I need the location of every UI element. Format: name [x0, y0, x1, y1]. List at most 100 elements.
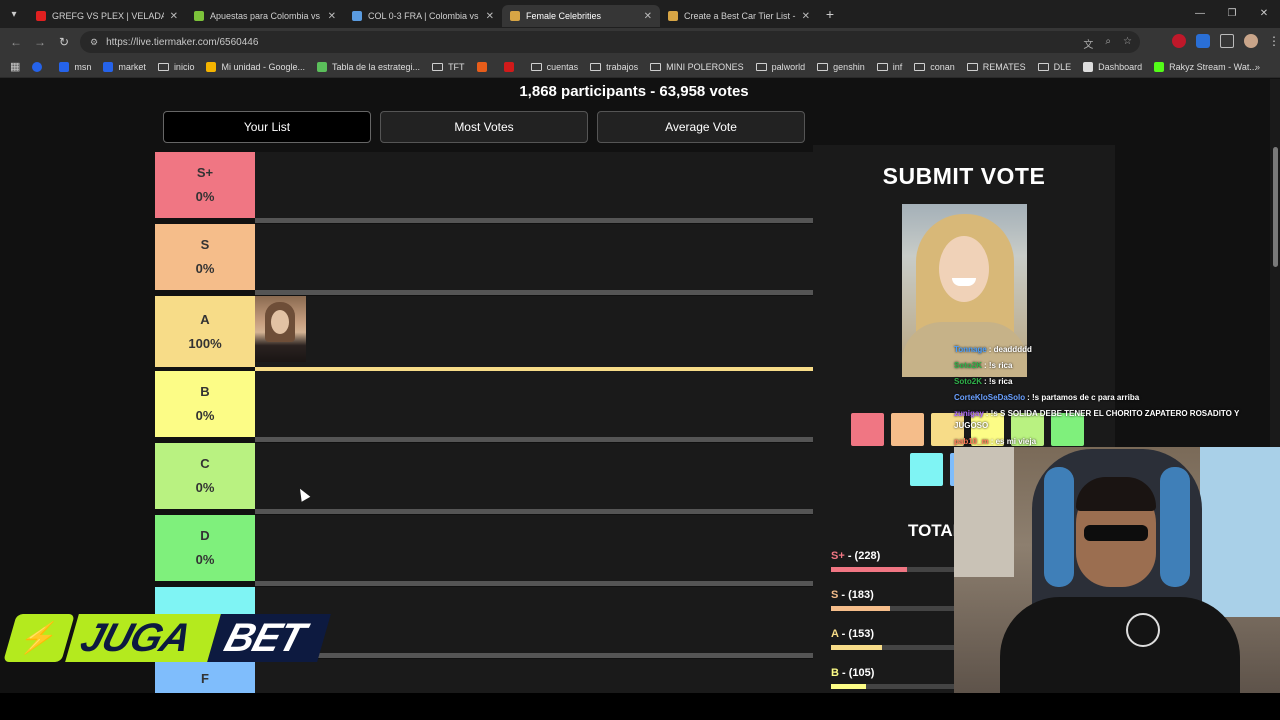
total-tier-count: (153)	[848, 628, 875, 640]
bookmark-item[interactable]: MINI POLERONES	[650, 62, 744, 72]
bookmark-item[interactable]: msn	[59, 61, 91, 72]
browser-tab[interactable]: Female Celebrities ✕	[502, 5, 660, 27]
vote-tier-button[interactable]	[910, 453, 943, 486]
tier-percent-bar	[255, 290, 813, 295]
tab-close-icon[interactable]: ✕	[486, 11, 494, 22]
streamer-webcam	[954, 447, 1280, 693]
browser-tab[interactable]: Create a Best Car Tier List - Tier ✕	[660, 5, 818, 27]
bookmark-label: inicio	[173, 61, 195, 72]
bookmarks-bar: ▦ msn market inicio Mi unidad - Google... Ta…	[0, 56, 1280, 78]
tier-percent-bar	[255, 581, 813, 586]
tab-close-icon[interactable]: ✕	[328, 11, 336, 22]
browser-tab[interactable]: GREFG VS PLEX | VELADA DEL A ✕	[28, 5, 186, 27]
forward-icon[interactable]: →	[28, 35, 52, 49]
tier-label[interactable]: C 0%	[155, 443, 255, 509]
bookmark-item[interactable]: DLE	[1037, 61, 1072, 72]
facebook-bookmark-icon[interactable]	[32, 61, 47, 72]
tier-percent: 0%	[195, 552, 215, 567]
vote-tier-button[interactable]	[851, 413, 884, 446]
tier-name: A	[200, 311, 210, 327]
folder-icon	[817, 62, 829, 71]
address-toolbar: ← → ↻ ⚙ https://live.tiermaker.com/65604…	[0, 28, 1280, 56]
tier-drop-zone[interactable]	[255, 296, 813, 367]
new-tab-button[interactable]: +	[818, 6, 842, 22]
tier-row-c: C 0%	[155, 443, 813, 515]
bookmark-item[interactable]: genshin	[817, 62, 865, 72]
tab-title: GREFG VS PLEX | VELADA DEL A	[52, 11, 164, 21]
reload-icon[interactable]: ↻	[52, 35, 76, 49]
tier-drop-zone[interactable]	[255, 152, 813, 218]
bookmark-item[interactable]: Tabla de la estrategi...	[317, 61, 421, 72]
bookmark-item[interactable]: trabajos	[590, 62, 638, 72]
total-separator: -	[838, 628, 849, 640]
browser-tab[interactable]: COL 0-3 FRA | Colombia vs Fra ✕	[344, 5, 502, 27]
bookmark-item[interactable]: inf	[876, 62, 902, 72]
back-icon[interactable]: ←	[4, 35, 28, 49]
tier-drop-zone[interactable]	[255, 371, 813, 437]
folder-icon	[650, 62, 662, 71]
tier-percent: 0%	[195, 408, 215, 423]
bookmark-item[interactable]: Mi unidad - Google...	[206, 61, 305, 72]
folder-icon	[966, 62, 978, 71]
tier-drop-zone[interactable]	[255, 515, 813, 581]
zoom-icon[interactable]: ⌕	[1105, 36, 1111, 51]
bookmark-label: Tabla de la estrategi...	[332, 61, 421, 72]
bookmark-item[interactable]: cuentas	[530, 62, 578, 72]
bookmark-item[interactable]: TFT	[432, 62, 465, 72]
tier-drop-zone[interactable]	[255, 659, 813, 693]
translate-icon[interactable]: 文	[1083, 36, 1093, 51]
tier-label[interactable]: S+ 0%	[155, 152, 255, 218]
tier-percent-bar	[255, 218, 813, 223]
folder-icon	[914, 62, 926, 71]
chat-message: Tonnage: deaddddd	[954, 342, 1254, 358]
url-bar[interactable]: ⚙ https://live.tiermaker.com/6560446 文 ⌕…	[80, 31, 1140, 53]
site-info-icon[interactable]: ⚙	[90, 37, 98, 48]
bookmark-star-icon[interactable]: ☆	[1123, 36, 1132, 51]
profile-avatar[interactable]	[1244, 34, 1258, 48]
close-window-icon[interactable]: ✕	[1248, 0, 1280, 28]
tier-label[interactable]: S 0%	[155, 224, 255, 290]
bookmark-item[interactable]: market	[103, 61, 146, 72]
bookmark-label: DLE	[1053, 61, 1072, 72]
bookmark-item[interactable]: Rakyz Stream - Wat...	[1154, 61, 1257, 72]
tier-label[interactable]: A 100%	[155, 296, 255, 367]
tier-percent: 0%	[195, 261, 215, 276]
apps-grid-icon[interactable]: ▦	[10, 60, 20, 73]
tier-label[interactable]: D 0%	[155, 515, 255, 581]
tab-average-vote[interactable]: Average Vote	[597, 111, 805, 143]
chat-username: zunigay	[954, 409, 984, 418]
bookmark-item[interactable]	[503, 61, 519, 72]
bookmark-item[interactable]: REMATES	[966, 62, 1026, 72]
folder-icon	[590, 62, 602, 71]
tab-search-icon[interactable]: ▾	[0, 0, 28, 28]
chat-message: pab10_m: es mi vieja	[954, 434, 1254, 450]
tier-label[interactable]: B 0%	[155, 371, 255, 437]
tier-drop-zone[interactable]	[255, 587, 813, 653]
bookmark-item[interactable]: inicio	[157, 61, 195, 72]
tier-name: C	[200, 456, 210, 471]
extension-blue-icon[interactable]	[1196, 34, 1210, 48]
bookmark-item[interactable]	[476, 61, 492, 72]
bookmark-item[interactable]: Dashboard	[1083, 61, 1142, 72]
bookmark-favicon-icon	[103, 61, 114, 72]
extensions-puzzle-icon[interactable]	[1220, 34, 1234, 48]
menu-kebab-icon[interactable]: ⋮	[1268, 34, 1280, 48]
bookmark-item[interactable]: palworld	[755, 62, 805, 72]
minimize-icon[interactable]: —	[1184, 0, 1216, 28]
tier-item-thumbnail[interactable]	[255, 296, 306, 362]
vote-tier-button[interactable]	[891, 413, 924, 446]
bookmark-item[interactable]: conan	[914, 62, 955, 72]
browser-tab[interactable]: Apuestas para Colombia vs Fra ✕	[186, 5, 344, 27]
tier-drop-zone[interactable]	[255, 224, 813, 290]
tab-close-icon[interactable]: ✕	[644, 11, 652, 22]
more-bookmarks-icon[interactable]: »	[1255, 62, 1260, 72]
tier-drop-zone[interactable]	[255, 443, 813, 509]
tab-close-icon[interactable]: ✕	[170, 11, 178, 22]
tab-your-list[interactable]: Your List	[163, 111, 371, 143]
total-tier-key: B	[831, 667, 839, 679]
tab-most-votes[interactable]: Most Votes	[380, 111, 588, 143]
extension-red-icon[interactable]	[1172, 34, 1186, 48]
bookmark-favicon-icon	[503, 61, 514, 72]
restore-icon[interactable]: ❐	[1216, 0, 1248, 28]
tab-close-icon[interactable]: ✕	[802, 11, 810, 22]
